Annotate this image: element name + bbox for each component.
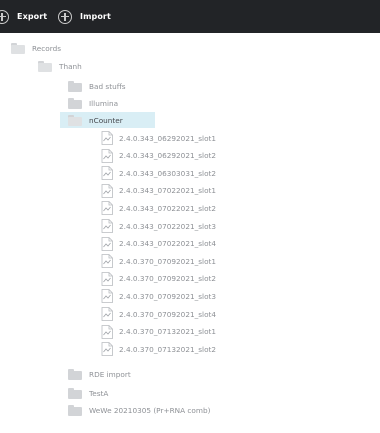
folder-icon (68, 114, 82, 126)
tree-folder-label: Records (32, 43, 62, 53)
tree-file-item[interactable]: 2.4.0.343_06303031_slot2 (101, 165, 216, 181)
file-chart-icon (101, 131, 113, 145)
file-chart-icon (101, 148, 113, 163)
tree-folder-ncounter[interactable]: nCounter (0, 112, 160, 128)
tree-file-item[interactable]: 2.4.0.370_07092021_slot3 (101, 288, 216, 304)
tree-file-label: 2.4.0.343_07022021_slot1 (119, 186, 217, 196)
file-chart-icon (101, 166, 113, 181)
toolbar: Export Import (0, 0, 380, 33)
file-chart-icon (101, 236, 113, 251)
tree-folder-wewe[interactable]: WeWe 20210305 (Pr+RNA comb) (68, 402, 210, 418)
tree-file-item[interactable]: 2.4.0.370_07092021_slot1 (101, 253, 216, 269)
tree-folder-label: WeWe 20210305 (Pr+RNA comb) (89, 405, 211, 415)
tree-file-label: 2.4.0.343_07022021_slot3 (119, 221, 217, 231)
folder-icon (11, 42, 25, 54)
folder-icon (68, 368, 82, 380)
tree-file-item[interactable]: 2.4.0.370_07092021_slot2 (101, 271, 216, 287)
tree-file-item[interactable]: 2.4.0.343_06292021_slot2 (101, 148, 216, 164)
tree-folder-illumina[interactable]: Illumina (68, 95, 118, 111)
file-chart-icon (101, 307, 113, 321)
tree-file-label: 2.4.0.370_07092021_slot2 (119, 274, 217, 284)
folder-icon (68, 387, 82, 399)
tree-file-label: 2.4.0.343_06292021_slot1 (119, 133, 217, 143)
export-button[interactable]: Export (0, 0, 47, 33)
file-chart-icon (101, 183, 113, 198)
file-chart-icon (101, 271, 113, 286)
tree-folder-bad-stuffs[interactable]: Bad stuffs (68, 78, 126, 94)
tree-file-label: 2.4.0.370_07132021_slot2 (119, 344, 217, 354)
tree-file-item[interactable]: 2.4.0.343_07022021_slot4 (101, 236, 216, 252)
tree-file-item[interactable]: 2.4.0.343_06292021_slot1 (101, 130, 216, 146)
file-chart-icon (101, 254, 113, 269)
tree-folder-label: Bad stuffs (89, 81, 126, 91)
tree-folder-rde-import[interactable]: RDE import (68, 366, 131, 382)
file-chart-icon (101, 201, 113, 216)
tree-folder-label: TestA (89, 388, 109, 398)
tree-file-item[interactable]: 2.4.0.370_07092021_slot4 (101, 306, 216, 322)
tree-file-item[interactable]: 2.4.0.370_07132021_slot2 (101, 341, 216, 357)
tree-folder-label: nCounter (89, 115, 123, 125)
tree-file-label: 2.4.0.370_07092021_slot4 (119, 309, 217, 319)
tree-folder-records[interactable]: Records (11, 40, 61, 56)
tree-file-label: 2.4.0.343_07022021_slot2 (119, 203, 217, 213)
tree-folder-label: RDE import (89, 369, 131, 379)
tree-file-label: 2.4.0.370_07092021_slot1 (119, 256, 217, 266)
tree-folder-label: Illumina (89, 98, 119, 108)
plus-circle-icon (0, 9, 9, 24)
tree-folder-label: Thanh (59, 61, 82, 71)
tree-file-label: 2.4.0.370_07092021_slot3 (119, 291, 217, 301)
tree-file-label: 2.4.0.343_06303031_slot2 (119, 168, 217, 178)
folder-icon (68, 404, 82, 416)
tree-file-label: 2.4.0.343_06292021_slot2 (119, 151, 217, 161)
folder-icon (68, 80, 82, 92)
import-label: Import (80, 12, 111, 21)
tree-file-label: 2.4.0.370_07132021_slot1 (119, 327, 217, 337)
export-label: Export (17, 12, 48, 21)
file-chart-icon (101, 342, 113, 357)
import-button[interactable]: Import (58, 0, 111, 33)
file-chart-icon (101, 324, 113, 339)
folder-icon (38, 60, 52, 72)
tree-folder-testa[interactable]: TestA (68, 385, 108, 401)
tree-file-label: 2.4.0.343_07022021_slot4 (119, 239, 217, 249)
tree-file-item[interactable]: 2.4.0.343_07022021_slot3 (101, 218, 216, 234)
file-chart-icon (101, 219, 113, 233)
file-chart-icon (101, 289, 113, 304)
tree-file-item[interactable]: 2.4.0.370_07132021_slot1 (101, 324, 216, 340)
tree-file-item[interactable]: 2.4.0.343_07022021_slot2 (101, 200, 216, 216)
folder-icon (68, 97, 82, 109)
tree-folder-thanh[interactable]: Thanh (38, 58, 82, 74)
plus-circle-icon (58, 9, 72, 24)
tree-file-item[interactable]: 2.4.0.343_07022021_slot1 (101, 183, 216, 199)
